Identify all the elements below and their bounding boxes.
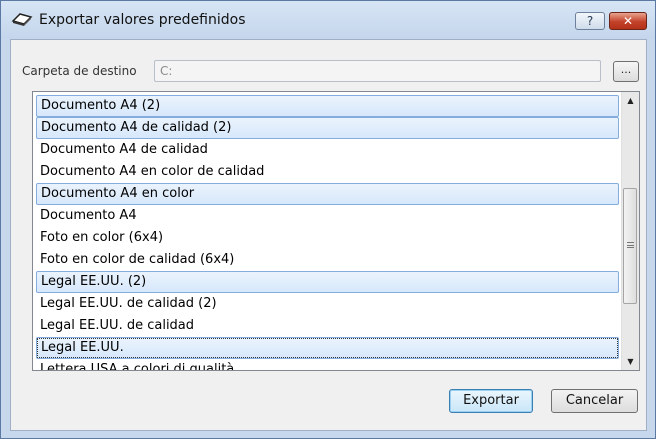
presets-listbox[interactable]: Documento A4 (2) Documento A4 de calidad … (32, 91, 640, 371)
list-item[interactable]: Legal EE.UU. de calidad (2) (36, 293, 619, 315)
title-bar[interactable]: Exportar valores predefinidos ? ✕ (1, 1, 655, 39)
list-item[interactable]: Legal EE.UU. (36, 337, 619, 359)
arrow-up-icon[interactable]: ▲ (622, 92, 639, 109)
list-item[interactable]: Documento A4 de calidad (36, 139, 619, 161)
destination-folder-input[interactable] (154, 60, 601, 82)
browse-button[interactable]: ... (613, 61, 639, 82)
list-item[interactable]: Documento A4 en color (36, 183, 619, 205)
window-title: Exportar valores predefinidos (39, 12, 246, 28)
list-item[interactable]: Documento A4 (36, 205, 619, 227)
scanner-icon (11, 9, 33, 29)
presets-list: Documento A4 (2) Documento A4 de calidad … (36, 95, 619, 370)
close-button[interactable]: ✕ (609, 12, 647, 30)
list-item[interactable]: Foto en color (6x4) (36, 227, 619, 249)
export-button[interactable]: Exportar (449, 389, 533, 413)
list-item[interactable]: Foto en color de calidad (6x4) (36, 249, 619, 271)
list-item[interactable]: Documento A4 en color de calidad (36, 161, 619, 183)
list-item[interactable]: Lettera USA a colori di qualità (36, 359, 619, 370)
cancel-button[interactable]: Cancelar (551, 389, 638, 413)
dialog-window: Exportar valores predefinidos ? ✕ Carpet… (0, 0, 656, 439)
help-button[interactable]: ? (575, 12, 605, 30)
list-item[interactable]: Legal EE.UU. de calidad (36, 315, 619, 337)
vertical-scrollbar[interactable]: ▲ ▼ (621, 92, 639, 370)
list-item[interactable]: Documento A4 de calidad (2) (36, 117, 619, 139)
list-item[interactable]: Legal EE.UU. (2) (36, 271, 619, 293)
grip-icon (627, 242, 634, 248)
destination-folder-label: Carpeta de destino (22, 64, 137, 78)
list-item[interactable]: Documento A4 (2) (36, 95, 619, 117)
arrow-down-icon[interactable]: ▼ (622, 353, 639, 370)
scrollbar-thumb[interactable] (623, 188, 637, 304)
